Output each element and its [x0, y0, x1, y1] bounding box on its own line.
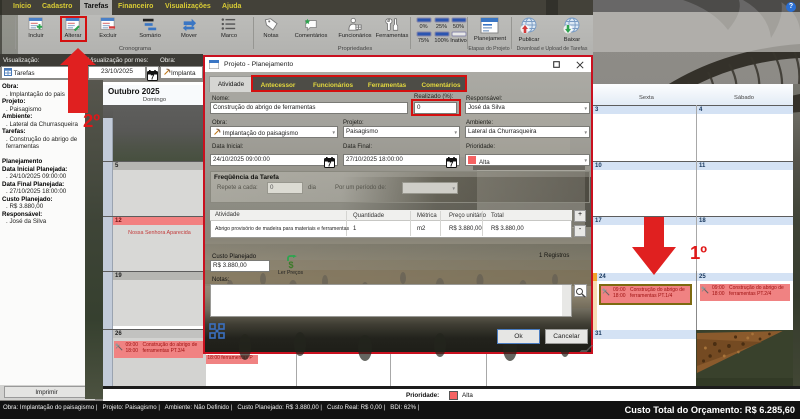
- svg-text:7: 7: [328, 162, 332, 169]
- svg-text:7: 7: [450, 162, 454, 169]
- svg-text:$: $: [288, 260, 293, 269]
- svg-text:7: 7: [151, 75, 155, 82]
